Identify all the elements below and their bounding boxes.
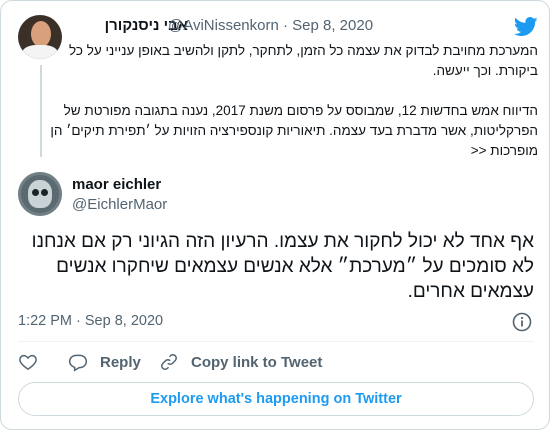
main-tweet-text: אף אחד לא יכול לחקור את עצמו. הרעיון הזה… (31, 231, 534, 302)
info-icon[interactable] (511, 311, 533, 333)
main-author-name[interactable]: maor eichler (72, 176, 161, 193)
quoted-handle-date[interactable]: @AviNissenkorn · Sep 8, 2020 (168, 17, 373, 34)
main-author-handle[interactable]: @EichlerMaor (72, 196, 167, 213)
copy-link-button[interactable]: Copy link to Tweet (159, 349, 322, 375)
quoted-tweet-text: המערכת מחויבת לבדוק את עצמה כל הזמן, לתח… (38, 41, 538, 161)
reply-button[interactable]: Reply (68, 349, 141, 375)
tweet-timestamp[interactable]: 1:22 PM · Sep 8, 2020 (18, 313, 163, 329)
copy-link-label: Copy link to Tweet (191, 353, 323, 371)
divider (18, 341, 534, 342)
main-tweet-author[interactable]: maor eichler @EichlerMaor (18, 172, 538, 220)
main-author-avatar[interactable] (18, 172, 62, 216)
reply-label: Reply (100, 353, 141, 371)
thread-connector (40, 65, 42, 157)
quoted-paragraph-1: המערכת מחויבת לבדוק את עצמה כל הזמן, לתח… (69, 43, 538, 78)
tweet-actions: Reply Copy link to Tweet (18, 349, 534, 375)
quoted-tweet-header: אבי ניסנקורן @AviNissenkorn · Sep 8, 202… (78, 17, 538, 37)
twitter-bird-icon[interactable] (514, 17, 538, 37)
reply-bubble-icon (68, 354, 88, 372)
quoted-paragraph-2: הדיווח אמש בחדשות 12, שמבוסס על פרסום מש… (50, 103, 538, 158)
heart-icon (19, 354, 37, 370)
link-icon (161, 354, 177, 370)
tweet-embed-card: אבי ניסנקורן @AviNissenkorn · Sep 8, 202… (0, 0, 550, 430)
explore-twitter-button[interactable]: Explore what's happening on Twitter (18, 382, 534, 416)
like-button[interactable] (18, 349, 50, 375)
